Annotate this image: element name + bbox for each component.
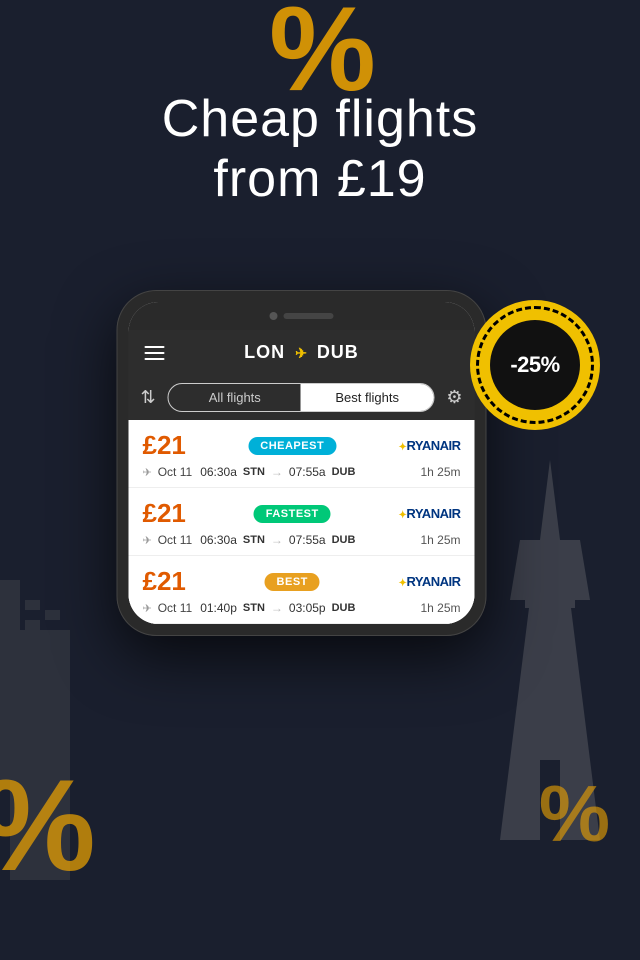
airline-logo: ✦RYANAIR bbox=[399, 438, 461, 453]
depart-airport: STN bbox=[243, 466, 265, 478]
flight-date: Oct 11 bbox=[158, 465, 192, 479]
flight-date: Oct 11 bbox=[158, 601, 192, 615]
discount-badge: -25% bbox=[470, 300, 600, 430]
hamburger-menu-icon[interactable] bbox=[145, 346, 165, 360]
airline-logo: ✦RYANAIR bbox=[399, 506, 461, 521]
flight-badge-best: BEST bbox=[265, 573, 320, 591]
route-text: LON ✈ DUB bbox=[244, 342, 359, 363]
hero-text: Cheap flights from £19 bbox=[0, 90, 640, 210]
flight-badge-cheapest: CHEAPEST bbox=[248, 437, 336, 455]
depart-airport: STN bbox=[243, 534, 265, 546]
flight-duration: 1h 25m bbox=[420, 601, 460, 615]
arrow-separator: → bbox=[271, 465, 283, 479]
sort-icon[interactable]: ⇅ bbox=[141, 387, 156, 408]
flight-date: Oct 11 bbox=[158, 533, 192, 547]
app-header: LON ✈ DUB bbox=[129, 330, 475, 375]
arrive-airport: DUB bbox=[332, 602, 356, 614]
bg-percent-bottom-left: % bbox=[0, 750, 96, 900]
filter-icon[interactable]: ⚙ bbox=[446, 387, 462, 408]
arrow-separator: → bbox=[271, 533, 283, 547]
depart-time: 06:30a bbox=[200, 533, 237, 547]
flight-card[interactable]: £21 FASTEST ✦RYANAIR ✈ Oct 11 06:30a STN… bbox=[129, 488, 475, 556]
phone-status-bar bbox=[129, 302, 475, 330]
flight-badge-fastest: FASTEST bbox=[254, 505, 331, 523]
phone-speaker bbox=[284, 313, 334, 319]
flight-card[interactable]: £21 BEST ✦RYANAIR ✈ Oct 11 01:40p STN → … bbox=[129, 556, 475, 624]
flight-price: £21 bbox=[143, 566, 186, 597]
plane-arrow-icon: ✈ bbox=[295, 345, 313, 361]
arrow-separator: → bbox=[271, 601, 283, 615]
flight-duration: 1h 25m bbox=[420, 533, 460, 547]
badge-text: -25% bbox=[510, 352, 559, 378]
tabs-group: All flights Best flights bbox=[168, 383, 435, 412]
depart-time: 06:30a bbox=[200, 465, 237, 479]
destination-code: DUB bbox=[317, 342, 359, 362]
tab-best-flights[interactable]: Best flights bbox=[301, 384, 433, 411]
flight-plane-icon: ✈ bbox=[143, 602, 152, 615]
flights-list: £21 CHEAPEST ✦RYANAIR ✈ Oct 11 06:30a ST… bbox=[129, 420, 475, 624]
flight-price: £21 bbox=[143, 498, 186, 529]
phone-mockup: LON ✈ DUB ⇅ All flights Best flights ⚙ £… bbox=[117, 290, 487, 636]
depart-airport: STN bbox=[243, 602, 265, 614]
flight-duration: 1h 25m bbox=[420, 465, 460, 479]
depart-time: 01:40p bbox=[200, 601, 237, 615]
bg-percent-bottom-right: % bbox=[539, 768, 610, 860]
airline-logo: ✦RYANAIR bbox=[399, 574, 461, 589]
phone-camera bbox=[270, 312, 278, 320]
arrive-airport: DUB bbox=[332, 534, 356, 546]
origin-code: LON bbox=[244, 342, 285, 362]
flight-price: £21 bbox=[143, 430, 186, 461]
arrive-airport: DUB bbox=[332, 466, 356, 478]
hero-line1: Cheap flights bbox=[162, 90, 479, 148]
arrive-time: 03:05p bbox=[289, 601, 326, 615]
arrive-time: 07:55a bbox=[289, 533, 326, 547]
arrive-time: 07:55a bbox=[289, 465, 326, 479]
hero-line2: from £19 bbox=[213, 150, 426, 208]
tabs-bar: ⇅ All flights Best flights ⚙ bbox=[129, 375, 475, 420]
tab-all-flights[interactable]: All flights bbox=[169, 384, 301, 411]
flight-plane-icon: ✈ bbox=[143, 534, 152, 547]
flight-card[interactable]: £21 CHEAPEST ✦RYANAIR ✈ Oct 11 06:30a ST… bbox=[129, 420, 475, 488]
flight-plane-icon: ✈ bbox=[143, 466, 152, 479]
